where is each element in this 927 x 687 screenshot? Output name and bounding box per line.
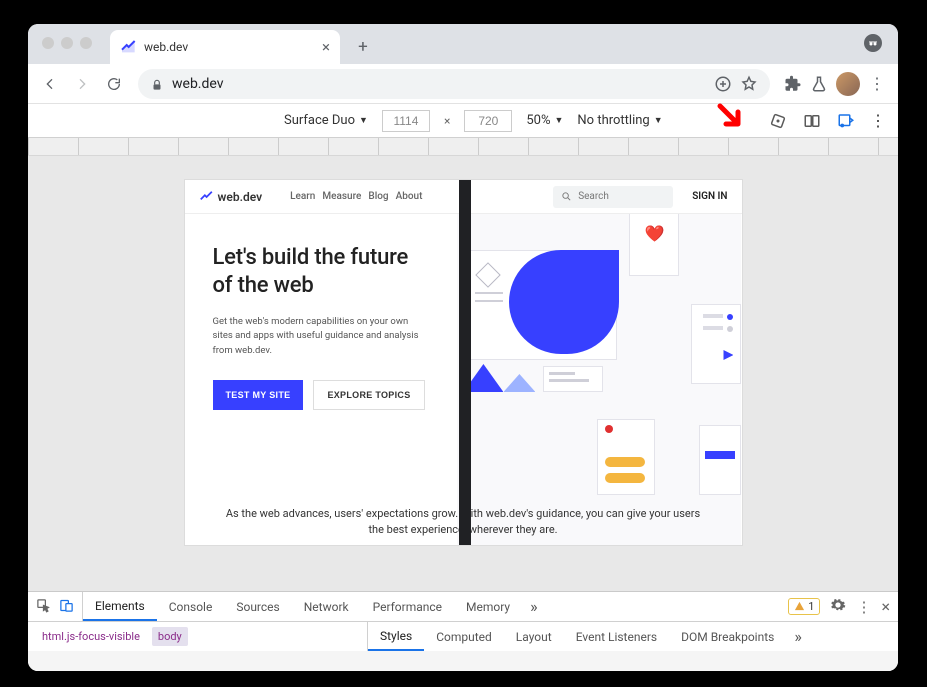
emulated-viewport: web.dev Learn Measure Blog About Search … (28, 156, 898, 591)
bookmark-star-icon[interactable] (740, 75, 758, 93)
browser-menu-icon[interactable]: ⋮ (868, 75, 886, 93)
site-logo[interactable]: web.dev (199, 190, 263, 204)
devtools-tab-memory[interactable]: Memory (454, 592, 522, 621)
device-frame[interactable]: web.dev Learn Measure Blog About Search … (185, 180, 742, 545)
zoom-select[interactable]: 50%▼ (526, 113, 563, 128)
search-icon (561, 191, 572, 202)
nav-learn[interactable]: Learn (290, 191, 315, 202)
add-shortcut-icon[interactable] (714, 75, 732, 93)
devtools-settings-icon[interactable] (830, 597, 846, 616)
labs-icon[interactable] (810, 75, 828, 93)
devtools-tab-sources[interactable]: Sources (224, 592, 291, 621)
nav-about[interactable]: About (396, 191, 423, 202)
crumb-html[interactable]: html.js-focus-visible (36, 627, 146, 646)
devtools-tab-elements[interactable]: Elements (83, 592, 157, 621)
devtools-tab-console[interactable]: Console (157, 592, 225, 621)
devtools-tabs-overflow-icon[interactable]: » (522, 597, 546, 616)
crumb-body[interactable]: body (152, 627, 188, 646)
devtools-tab-network[interactable]: Network (292, 592, 361, 621)
device-posture-icon[interactable] (836, 111, 856, 131)
back-button[interactable] (36, 70, 64, 98)
width-input[interactable] (382, 110, 430, 132)
cta-primary[interactable]: TEST MY SITE (213, 380, 304, 410)
hero-left: Let's build the future of the web Get th… (185, 214, 458, 545)
devtools-tab-performance[interactable]: Performance (361, 592, 454, 621)
address-bar[interactable]: web.dev (138, 69, 770, 99)
inspect-icon[interactable] (36, 598, 51, 616)
tab-strip: web.dev × + (28, 24, 898, 64)
devtools-panel: Elements Console Sources Network Perform… (28, 591, 898, 671)
side-tab-dom-breakpoints[interactable]: DOM Breakpoints (669, 622, 786, 651)
side-tab-layout[interactable]: Layout (504, 622, 564, 651)
profile-badge-icon[interactable] (864, 34, 882, 52)
side-tab-computed[interactable]: Computed (424, 622, 504, 651)
forward-button[interactable] (68, 70, 96, 98)
side-tab-event-listeners[interactable]: Event Listeners (564, 622, 669, 651)
hero-title: Let's build the future of the web (213, 244, 430, 299)
devtools-tabbar: Elements Console Sources Network Perform… (28, 592, 898, 622)
extensions-icon[interactable] (784, 75, 802, 93)
dual-screen-icon[interactable] (802, 111, 822, 131)
device-toolbar-menu-icon[interactable]: ⋮ (870, 111, 886, 130)
profile-avatar[interactable] (836, 72, 860, 96)
side-tab-styles[interactable]: Styles (368, 622, 424, 651)
device-select[interactable]: Surface Duo▼ (284, 113, 368, 128)
warnings-badge[interactable]: 1 (788, 598, 820, 615)
window-controls[interactable] (42, 37, 92, 49)
hero-body: Get the web's modern capabilities on you… (213, 315, 423, 358)
device-toggle-icon[interactable] (59, 598, 74, 616)
reload-button[interactable] (100, 70, 128, 98)
devtools-subbar: html.js-focus-visible body Styles Comput… (28, 622, 898, 651)
browser-toolbar: web.dev ⋮ (28, 64, 898, 104)
height-input[interactable] (464, 110, 512, 132)
nav-blog[interactable]: Blog (368, 191, 388, 202)
devtools-close-icon[interactable]: × (881, 597, 890, 616)
browser-tab[interactable]: web.dev × (110, 30, 340, 64)
url-text: web.dev (172, 76, 224, 92)
nav-measure[interactable]: Measure (322, 191, 361, 202)
site-search[interactable]: Search (553, 186, 673, 208)
tab-title: web.dev (144, 40, 188, 54)
warning-icon (794, 601, 805, 612)
device-hinge (459, 180, 471, 545)
browser-window: web.dev × + web.dev ⋮ Surface Duo▼ (28, 24, 898, 671)
close-tab-icon[interactable]: × (322, 38, 330, 56)
annotation-arrow-icon (716, 102, 746, 132)
side-tabs-overflow-icon[interactable]: » (786, 627, 810, 646)
rotate-icon[interactable] (768, 111, 788, 131)
favicon-icon (120, 39, 136, 55)
signin-link[interactable]: SIGN IN (692, 191, 727, 202)
search-placeholder: Search (578, 191, 609, 202)
styles-tabbar: Styles Computed Layout Event Listeners D… (368, 622, 810, 651)
devtools-content (28, 651, 898, 671)
devtools-menu-icon[interactable]: ⋮ (856, 598, 871, 616)
hero-illustration: ❤️ (457, 214, 741, 545)
ruler (28, 138, 898, 156)
dom-breadcrumb[interactable]: html.js-focus-visible body (28, 622, 368, 651)
dimensions-separator: × (444, 114, 450, 128)
throttle-select[interactable]: No throttling▼ (577, 113, 662, 128)
device-toolbar: Surface Duo▼ × 50%▼ No throttling▼ ⋮ (28, 104, 898, 138)
lock-icon (150, 77, 164, 91)
new-tab-button[interactable]: + (350, 34, 376, 60)
cta-secondary[interactable]: EXPLORE TOPICS (313, 380, 424, 410)
